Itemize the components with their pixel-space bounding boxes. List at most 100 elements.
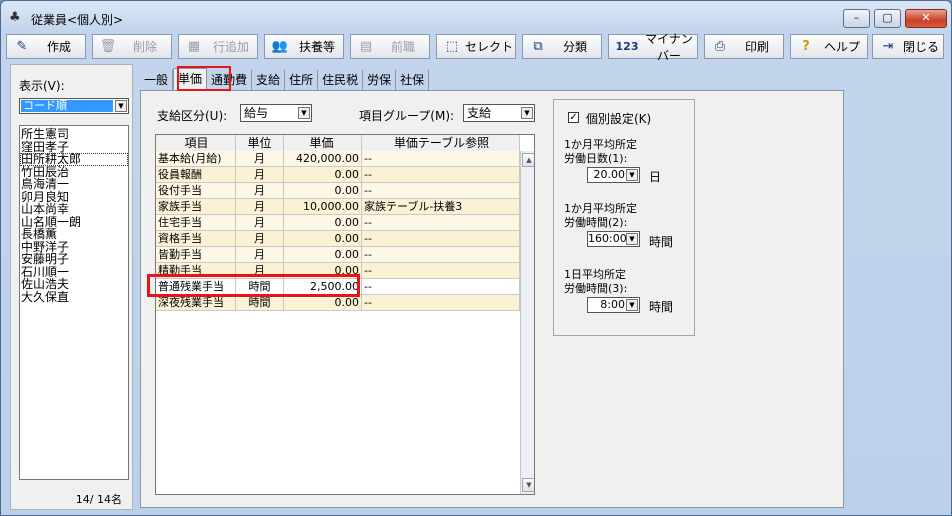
list-item[interactable]: 佐山浩夫 — [20, 278, 128, 291]
tab-content: 支給区分(U): 給与 ▼ 項目グループ(M): 支給 ▼ 項目 単位 単価 単… — [140, 90, 844, 508]
list-item[interactable]: 長橋薫 — [20, 228, 128, 241]
chevron-down-icon[interactable]: ▼ — [626, 299, 638, 311]
list-item[interactable]: 所生憲司 — [20, 128, 128, 141]
cell-ref[interactable]: -- — [362, 151, 520, 167]
daily-unit: 時間 — [649, 300, 674, 314]
cell-unit[interactable]: 月 — [236, 247, 284, 263]
tab-social-insurance[interactable]: 社保 — [396, 70, 430, 90]
insert-row-button[interactable]: ▦ 行追加 — [178, 34, 258, 59]
table-row[interactable]: 役員報酬 月 0.00 -- — [156, 167, 520, 183]
table-row[interactable]: 住宅手当 月 0.00 -- — [156, 215, 520, 231]
tab-address[interactable]: 住所 — [285, 70, 319, 90]
select-button[interactable]: ⬚ セレクト — [436, 34, 516, 59]
cell-item[interactable]: 住宅手当 — [156, 215, 236, 231]
cell-item[interactable]: 役付手当 — [156, 183, 236, 199]
dependents-button[interactable]: 👥 扶養等 — [264, 34, 344, 59]
cell-unit[interactable]: 時間 — [236, 295, 284, 311]
cell-item[interactable]: 基本給(月給) — [156, 151, 236, 167]
cell-unit[interactable]: 月 — [236, 231, 284, 247]
toolbar: ✎ 作成 🗑 削除 ▦ 行追加 👥 扶養等 ▤ 前職 ⬚ セレクト ⧉ 分類 123 マイナンバ… — [6, 32, 946, 63]
list-item-selected[interactable]: 田所耕太郎 — [20, 153, 128, 166]
title-bar: ♣ 従業員<個人別> – ▢ ✕ — [1, 1, 951, 33]
cell-item[interactable]: 役員報酬 — [156, 167, 236, 183]
create-button[interactable]: ✎ 作成 — [6, 34, 86, 59]
table-row[interactable]: 基本給(月給) 月 420,000.00 -- — [156, 151, 520, 167]
cell-ref[interactable]: -- — [362, 295, 520, 311]
cell-item[interactable]: 家族手当 — [156, 199, 236, 215]
cell-price[interactable]: 10,000.00 — [284, 199, 362, 215]
list-item[interactable]: 山本尚幸 — [20, 203, 128, 216]
cell-price[interactable]: 0.00 — [284, 167, 362, 183]
print-button[interactable]: ⎙ 印刷 — [704, 34, 784, 59]
hours-unit: 時間 — [649, 235, 674, 249]
cell-unit[interactable]: 月 — [236, 199, 284, 215]
header-item: 項目 — [156, 135, 236, 151]
tab-general[interactable]: 一般 — [140, 70, 174, 90]
grid-scrollbar[interactable]: ▲ ▼ — [520, 151, 534, 494]
cell-item[interactable]: 皆勤手当 — [156, 247, 236, 263]
cell-ref[interactable]: -- — [362, 231, 520, 247]
chevron-down-icon[interactable]: ▼ — [298, 107, 310, 119]
hours-spinner[interactable]: 160:00 ▼ — [587, 231, 640, 247]
cell-price[interactable]: 0.00 — [284, 231, 362, 247]
cell-unit[interactable]: 月 — [236, 167, 284, 183]
header-price: 単価 — [284, 135, 362, 151]
table-row[interactable]: 役付手当 月 0.00 -- — [156, 183, 520, 199]
list-item[interactable]: 大久保直 — [20, 290, 128, 304]
close-button[interactable]: ⇥ 閉じる — [872, 34, 944, 59]
chevron-down-icon[interactable]: ▼ — [626, 233, 638, 245]
sort-select[interactable]: コード順 ▼ — [19, 98, 129, 114]
cell-item[interactable]: 資格手当 — [156, 231, 236, 247]
chevron-down-icon[interactable]: ▼ — [626, 169, 638, 181]
maximize-button[interactable]: ▢ — [874, 9, 901, 28]
table-icon: ▦ — [187, 39, 201, 54]
exit-icon: ⇥ — [882, 39, 894, 54]
table-row[interactable]: 資格手当 月 0.00 -- — [156, 231, 520, 247]
individual-settings-panel: ✓ 個別設定(K) 1か月平均所定 労働日数(1): 20.00 ▼ 日 1か月… — [553, 99, 695, 336]
individual-setting-checkbox[interactable]: ✓ — [568, 112, 579, 123]
cell-ref[interactable]: -- — [362, 167, 520, 183]
classify-button[interactable]: ⧉ 分類 — [522, 34, 602, 59]
cell-ref[interactable]: -- — [362, 263, 520, 279]
highlight-tab-frame — [177, 66, 231, 91]
cell-ref[interactable]: 家族テーブル-扶養3 — [362, 199, 520, 215]
delete-button[interactable]: 🗑 削除 — [92, 34, 172, 59]
minimize-button[interactable]: – — [843, 9, 870, 28]
tab-resident-tax[interactable]: 住民税 — [318, 70, 364, 90]
cell-ref[interactable]: -- — [362, 279, 520, 295]
table-row[interactable]: 深夜残業手当 時間 0.00 -- — [156, 295, 520, 311]
cell-price[interactable]: 0.00 — [284, 295, 362, 311]
cell-ref[interactable]: -- — [362, 183, 520, 199]
tab-payment[interactable]: 支給 — [252, 70, 286, 90]
cell-price[interactable]: 420,000.00 — [284, 151, 362, 167]
cell-item[interactable]: 深夜残業手当 — [156, 295, 236, 311]
my-number-button[interactable]: 123 マイナンバー — [608, 32, 698, 63]
cell-price[interactable]: 0.00 — [284, 215, 362, 231]
tab-labor-insurance[interactable]: 労保 — [363, 70, 397, 90]
chevron-down-icon[interactable]: ▼ — [521, 107, 533, 119]
help-button[interactable]: ? ヘルプ — [790, 34, 868, 59]
daily-spinner[interactable]: 8:00 ▼ — [587, 297, 640, 313]
cell-ref[interactable]: -- — [362, 215, 520, 231]
previous-job-button[interactable]: ▤ 前職 — [350, 34, 430, 59]
pay-type-select[interactable]: 給与 ▼ — [240, 104, 312, 122]
scroll-up-icon[interactable]: ▲ — [522, 153, 534, 167]
hours-value: 160:00 — [588, 232, 627, 245]
list-item[interactable]: 鳥海清一 — [20, 178, 128, 191]
chevron-down-icon[interactable]: ▼ — [115, 100, 127, 112]
list-item[interactable]: 安藤明子 — [20, 253, 128, 266]
cell-unit[interactable]: 月 — [236, 151, 284, 167]
employee-list[interactable]: 所生憲司 窪田孝子 田所耕太郎 竹田辰治 鳥海清一 卯月良知 山本尚幸 山名順一… — [19, 125, 129, 480]
scroll-down-icon[interactable]: ▼ — [522, 478, 534, 492]
days-spinner[interactable]: 20.00 ▼ — [587, 167, 640, 183]
cell-unit[interactable]: 月 — [236, 215, 284, 231]
item-group-select[interactable]: 支給 ▼ — [463, 104, 535, 122]
table-row[interactable]: 皆勤手当 月 0.00 -- — [156, 247, 520, 263]
cell-unit[interactable]: 月 — [236, 183, 284, 199]
close-window-button[interactable]: ✕ — [905, 9, 947, 28]
cell-price[interactable]: 0.00 — [284, 183, 362, 199]
cell-price[interactable]: 0.00 — [284, 247, 362, 263]
item-group-value: 支給 — [467, 106, 492, 120]
table-row[interactable]: 家族手当 月 10,000.00 家族テーブル-扶養3 — [156, 199, 520, 215]
cell-ref[interactable]: -- — [362, 247, 520, 263]
